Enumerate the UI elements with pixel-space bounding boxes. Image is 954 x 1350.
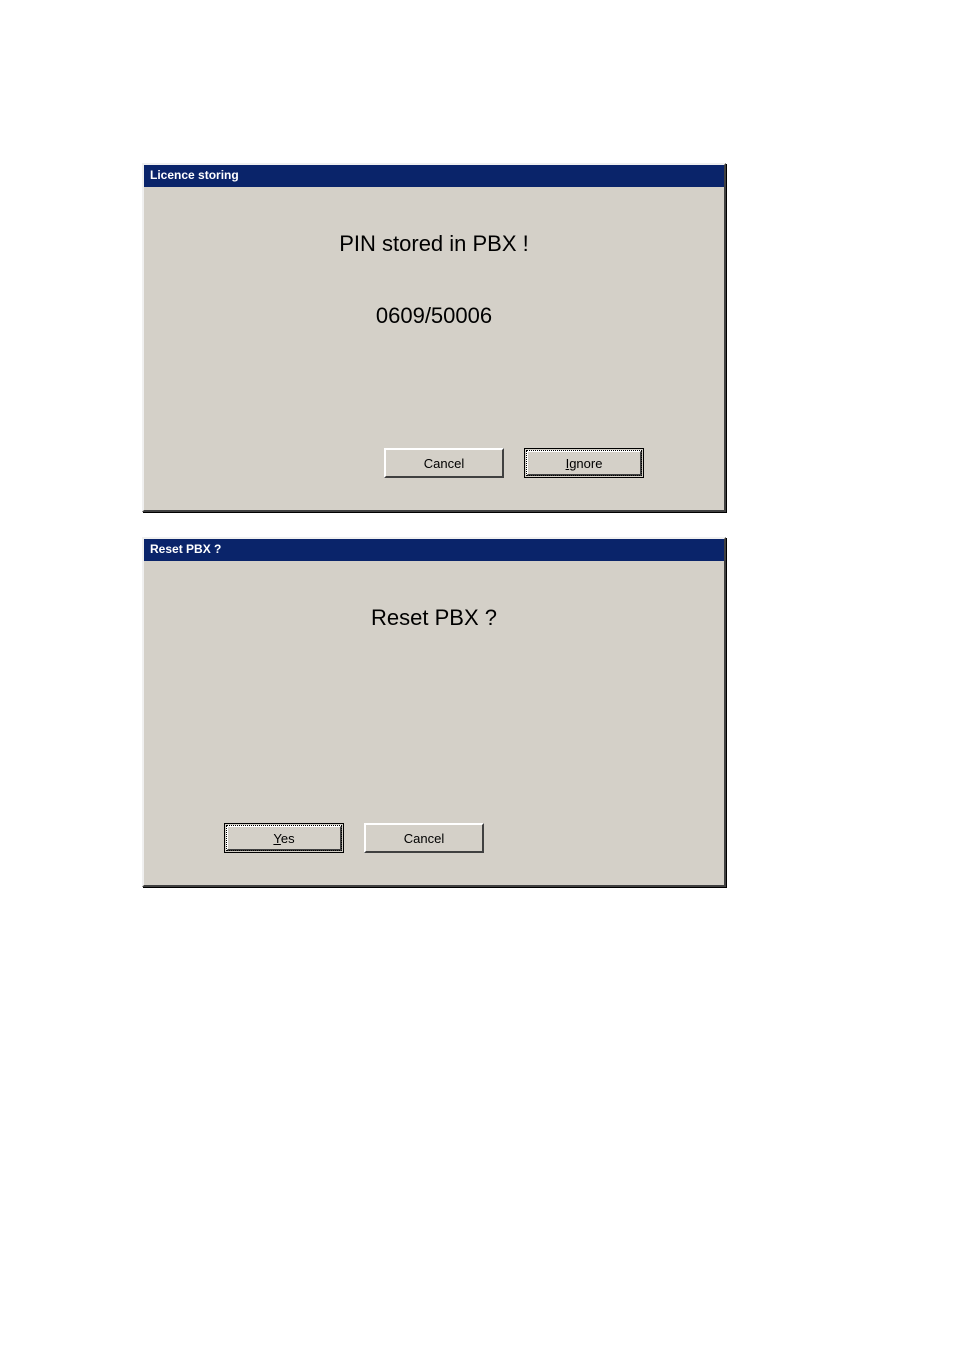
ignore-button[interactable]: Ignore <box>524 448 644 478</box>
yes-button[interactable]: Yes <box>224 823 344 853</box>
dialog-body: Reset PBX ? Yes Cancel <box>144 561 724 641</box>
message-pin-value: 0609/50006 <box>154 303 714 329</box>
reset-pbx-dialog: Reset PBX ? Reset PBX ? Yes Cancel <box>142 537 726 887</box>
button-label: Ignore <box>566 456 603 471</box>
message-reset-question: Reset PBX ? <box>154 605 714 631</box>
button-label: Cancel <box>424 456 464 471</box>
licence-storing-dialog: Licence storing PIN stored in PBX ! 0609… <box>142 163 726 512</box>
cancel-button[interactable]: Cancel <box>364 823 484 853</box>
button-row: Cancel Ignore <box>384 448 644 478</box>
button-label: Cancel <box>404 831 444 846</box>
button-row: Yes Cancel <box>224 823 484 853</box>
cancel-button[interactable]: Cancel <box>384 448 504 478</box>
dialog-body: PIN stored in PBX ! 0609/50006 Cancel Ig… <box>144 187 724 339</box>
dialog-title: Reset PBX ? <box>144 539 724 561</box>
message-pin-stored: PIN stored in PBX ! <box>154 231 714 257</box>
dialog-title: Licence storing <box>144 165 724 187</box>
button-label: Yes <box>273 831 294 846</box>
